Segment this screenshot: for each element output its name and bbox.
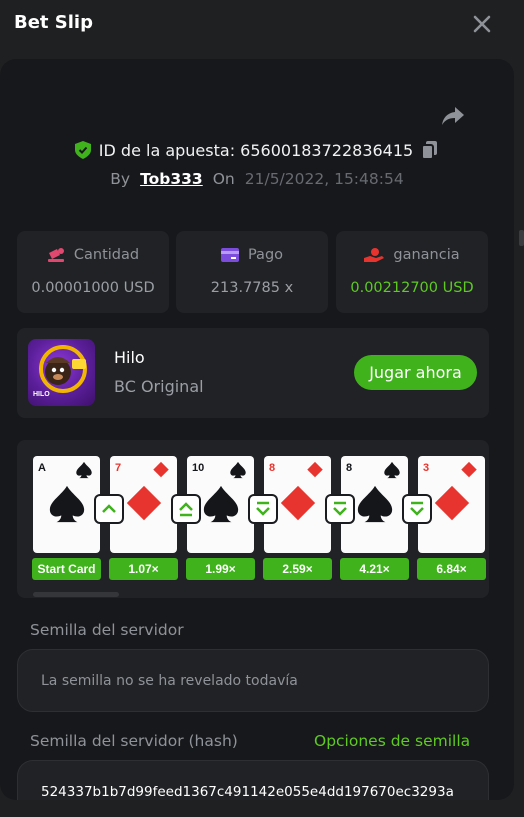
game-name: Hilo xyxy=(114,348,145,367)
hand-coin-icon xyxy=(364,248,385,262)
cards-history[interactable]: A Start Card 7 1.07× 10 1.99× 8 2.59× 8 4.21× 3 6.8… xyxy=(17,440,489,598)
game-thumb-label: HILO xyxy=(33,391,50,398)
play-now-button[interactable]: Jugar ahora xyxy=(354,355,477,390)
shield-check-icon xyxy=(74,141,91,159)
playing-card: A xyxy=(33,456,100,553)
bet-date: 21/5/2022, 15:48:54 xyxy=(244,170,404,188)
stat-label: Cantidad xyxy=(73,247,140,263)
spade-icon xyxy=(76,461,92,479)
stat-value: 0.00212700 USD xyxy=(350,280,474,296)
higher-arrow-icon xyxy=(96,496,122,522)
card-rank: 3 xyxy=(423,462,430,474)
card-rank: 10 xyxy=(192,462,205,474)
multiplier-badge: 1.07× xyxy=(109,558,178,580)
stat-label: ganancia xyxy=(393,247,460,263)
bet-slip-header: Bet Slip xyxy=(0,0,524,50)
spade-icon xyxy=(384,461,400,479)
stat-profit: ganancia 0.00212700 USD xyxy=(336,231,488,313)
diamond-icon xyxy=(153,461,169,478)
spade-icon xyxy=(230,461,246,479)
spade-icon xyxy=(203,485,239,523)
share-icon[interactable] xyxy=(441,106,465,126)
bet-meta-row: By Tob333 On 21/5/2022, 15:48:54 xyxy=(0,168,514,190)
lower-equal-arrow-icon xyxy=(327,496,353,522)
server-seed-field[interactable]: La semilla no se ha revelado todavía xyxy=(17,649,489,712)
copy-icon[interactable] xyxy=(421,140,439,160)
coins-icon xyxy=(47,248,64,262)
stat-value: 213.7785 x xyxy=(210,280,294,296)
higher-equal-arrow-icon xyxy=(173,496,199,522)
server-seed-label: Semilla del servidor xyxy=(30,621,184,639)
scroll-edge[interactable] xyxy=(519,230,524,246)
cards-scrollbar[interactable] xyxy=(33,592,119,597)
game-card: HILO Hilo BC Original Jugar ahora xyxy=(17,328,489,418)
bottom-strip xyxy=(0,800,524,817)
bet-id: ID de la apuesta: 6560018372283641​5 xyxy=(98,140,414,160)
server-seed-value: La semilla no se ha revelado todavía xyxy=(41,673,298,689)
server-seed-hash-label: Semilla del servidor (hash) xyxy=(30,732,238,750)
on-label: On xyxy=(212,170,235,188)
stat-label: Pago xyxy=(247,247,284,263)
multiplier-badge: 6.84× xyxy=(417,558,486,580)
page-title: Bet Slip xyxy=(14,12,93,33)
card-rank: 8 xyxy=(269,462,276,474)
lower-equal-arrow-icon xyxy=(404,496,430,522)
bet-id-row: ID de la apuesta: 6560018372283641​5 xyxy=(0,138,514,162)
card-rank: 8 xyxy=(346,462,353,474)
lower-equal-arrow-icon xyxy=(250,496,276,522)
stat-payout: Pago 213.7785 x xyxy=(176,231,328,313)
multiplier-badge: 1.99× xyxy=(186,558,255,580)
multiplier-badge: 2.59× xyxy=(263,558,332,580)
diamond-icon xyxy=(461,461,477,478)
game-subtitle: BC Original xyxy=(114,377,204,396)
card-rank: 7 xyxy=(115,462,122,474)
diamond-icon xyxy=(280,485,316,521)
card-icon xyxy=(220,248,239,262)
card-rank: A xyxy=(38,462,46,474)
user-link[interactable]: Tob333 xyxy=(140,170,203,188)
stat-value: 0.00001000 USD xyxy=(31,280,155,296)
close-icon[interactable] xyxy=(470,12,494,36)
game-thumbnail[interactable]: HILO xyxy=(28,339,95,406)
diamond-icon xyxy=(434,485,470,521)
server-seed-hash-value: 524337b1b7d99feed1367c491142e055e4dd1976… xyxy=(41,784,454,800)
stat-amount: Cantidad 0.00001000 USD xyxy=(17,231,169,313)
spade-icon xyxy=(357,485,393,523)
seed-options-link[interactable]: Opciones de semilla xyxy=(314,732,470,750)
multiplier-badge: Start Card xyxy=(32,558,101,580)
by-label: By xyxy=(110,170,131,188)
diamond-icon xyxy=(307,461,323,478)
diamond-icon xyxy=(126,485,162,521)
multiplier-badge: 4.21× xyxy=(340,558,409,580)
spade-icon xyxy=(49,485,85,523)
